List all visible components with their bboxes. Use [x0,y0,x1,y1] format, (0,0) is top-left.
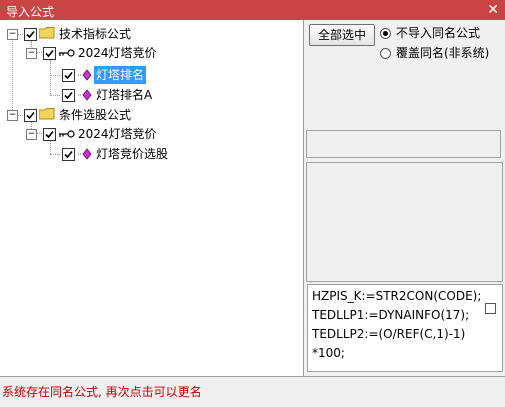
tree-node-label: 技术指标公式 [59,27,132,41]
options-panel: 全部选中 不导入同名公式 覆盖同名(非系统) HZPIS_K:=STR2CON(… [304,20,505,376]
tree-node-label: 灯塔排名A [96,88,153,102]
tree-node-label: 2024灯塔竞价 [78,127,157,141]
collapse-icon[interactable]: − [26,129,37,140]
folder-icon [39,108,55,120]
description-panel [306,162,503,282]
collapse-icon[interactable]: − [7,29,18,40]
node-checkbox[interactable] [43,47,56,60]
node-checkbox[interactable] [62,89,75,102]
tree-node-label: 条件选股公式 [59,108,132,122]
node-checkbox[interactable] [24,28,37,41]
tree-node-category[interactable]: − 条件选股公式 [0,106,300,124]
tree-node-category[interactable]: − 技术指标公式 [0,25,300,43]
status-message: 系统存在同名公式, 再次点击可以更名 [2,385,202,399]
radio-label: 覆盖同名(非系统) [396,46,490,60]
node-checkbox[interactable] [62,69,75,82]
formula-icon [78,148,92,160]
tree-node-group[interactable]: − 2024灯塔竞价 [0,44,300,62]
key-icon [59,49,75,57]
window-title: 导入公式 [6,5,55,19]
tree-node-formula[interactable]: 灯塔竞价选股 [0,145,300,163]
code-checkbox[interactable] [485,303,496,314]
collapse-icon[interactable]: − [26,48,37,59]
close-icon[interactable]: ✕ [487,1,499,19]
formula-icon [78,69,92,81]
tree-node-group[interactable]: − 2024灯塔竞价 [0,125,300,143]
node-checkbox[interactable] [24,109,37,122]
formula-icon [78,89,92,101]
node-checkbox[interactable] [62,148,75,161]
info-panel [306,130,501,158]
code-line: *100; [312,346,345,360]
key-icon [59,130,75,138]
tree-node-formula[interactable]: 灯塔排名 [0,66,300,84]
code-line: TEDLLP2:=(O/REF(C,1)-1) [312,327,466,341]
formula-tree[interactable]: − 技术指标公式 − 2024灯塔竞价 灯塔排名 灯塔排名A − 条件选股公式 … [0,20,304,376]
code-line: TEDLLP1:=DYNAINFO(17); [312,308,470,322]
title-bar: 导入公式 ✕ [0,0,505,20]
radio-button[interactable] [380,28,391,39]
radio-label: 不导入同名公式 [396,26,481,40]
tree-node-formula[interactable]: 灯塔排名A [0,86,300,104]
collapse-icon[interactable]: − [7,110,18,121]
code-preview[interactable]: HZPIS_K:=STR2CON(CODE); TEDLLP1:=DYNAINF… [307,284,503,372]
radio-button[interactable] [380,48,391,59]
status-divider [0,376,505,377]
node-checkbox[interactable] [43,128,56,141]
tree-node-label: 灯塔竞价选股 [96,147,169,161]
tree-node-label: 灯塔排名 [94,66,147,84]
select-all-button[interactable]: 全部选中 [309,24,375,46]
folder-icon [39,27,55,39]
code-line: HZPIS_K:=STR2CON(CODE); [312,289,482,303]
tree-node-label: 2024灯塔竞价 [78,46,157,60]
